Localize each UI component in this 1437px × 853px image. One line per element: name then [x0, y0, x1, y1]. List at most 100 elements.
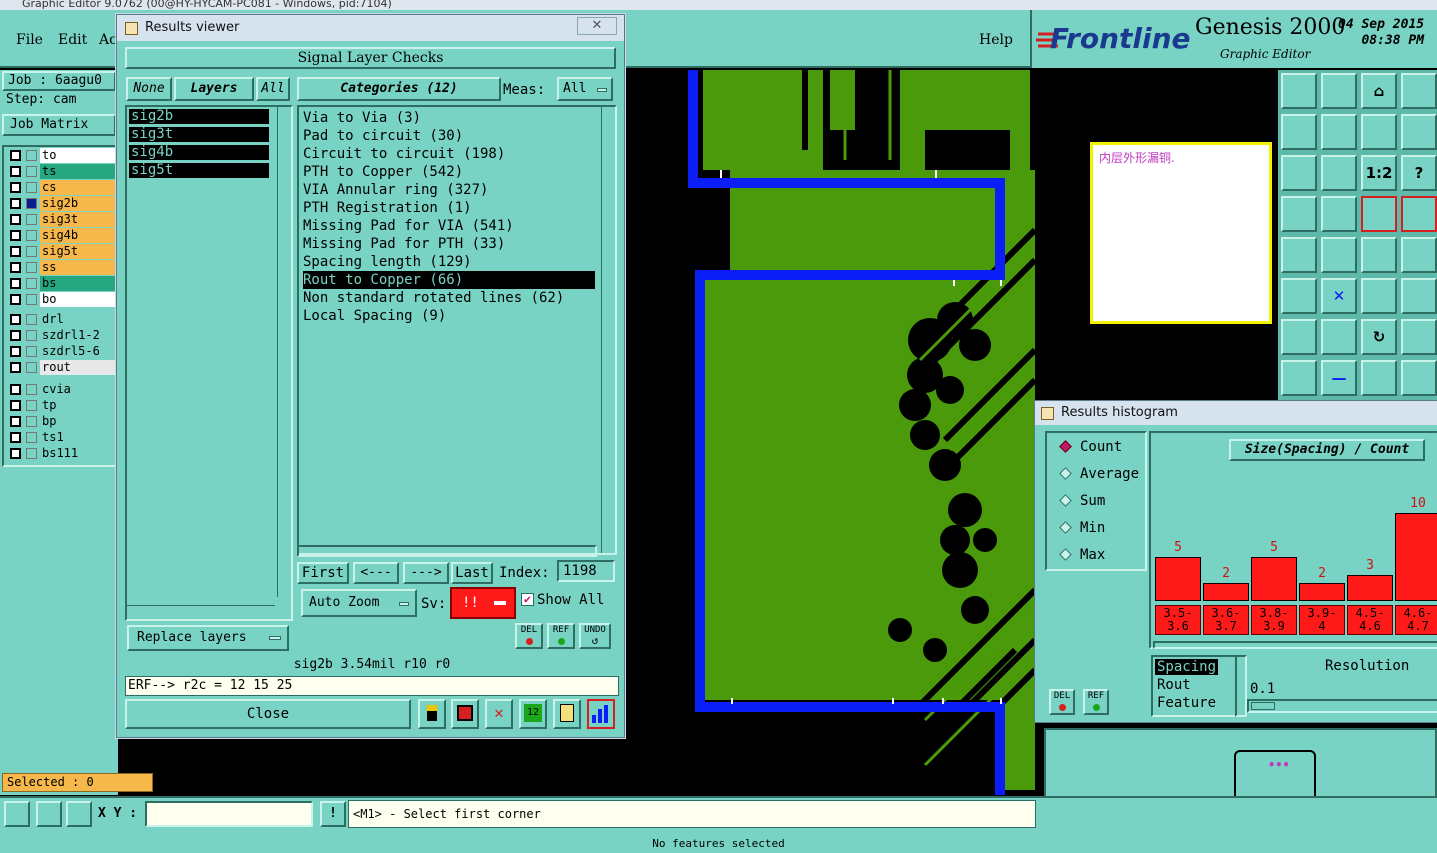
severity-select[interactable]: !! — [450, 587, 516, 619]
rv-layer-item[interactable]: sig4b — [129, 145, 269, 160]
help-icon[interactable]: ? — [1401, 155, 1437, 191]
histogram-bar[interactable] — [1395, 513, 1437, 601]
connect-icon[interactable] — [1281, 278, 1317, 314]
net-red-1-icon[interactable] — [1361, 196, 1397, 232]
rv-layer-item[interactable]: sig5t — [129, 163, 269, 178]
histogram-bar[interactable] — [1203, 583, 1249, 601]
category-item[interactable]: Via to Via (3) — [303, 109, 421, 127]
menu-file[interactable]: File — [16, 32, 43, 48]
layer-affected-checkbox[interactable] — [26, 246, 37, 257]
copy-icon[interactable] — [1321, 237, 1357, 273]
layers-hscrollbar[interactable] — [127, 605, 275, 617]
cross-icon[interactable]: ✕ — [1321, 278, 1357, 314]
category-item[interactable]: VIA Annular ring (327) — [303, 181, 488, 199]
results-viewer-titlebar[interactable]: Results viewer ✕ — [117, 15, 624, 41]
layer-affected-checkbox[interactable] — [26, 384, 37, 395]
layer-display-checkbox[interactable] — [10, 346, 21, 357]
menu-actions[interactable]: Ac — [99, 32, 117, 48]
snap-icon[interactable] — [1401, 114, 1437, 150]
layer-affected-checkbox[interactable] — [26, 230, 37, 241]
layer-affected-checkbox[interactable] — [26, 150, 37, 161]
save-icon[interactable] — [1321, 73, 1357, 109]
category-item[interactable]: Missing Pad for VIA (541) — [303, 217, 514, 235]
chart-tool-1-icon[interactable] — [418, 699, 446, 729]
layer-row-ts1[interactable]: ts1 — [4, 430, 116, 445]
layer-row-bp[interactable]: bp — [4, 414, 116, 429]
slash-icon[interactable] — [1321, 319, 1357, 355]
layer-display-checkbox[interactable] — [10, 384, 21, 395]
layer-display-checkbox[interactable] — [10, 246, 21, 257]
menu-help[interactable]: Help — [979, 32, 1013, 48]
minus-icon[interactable]: — — [1321, 360, 1357, 396]
layer-affected-checkbox[interactable] — [26, 294, 37, 305]
layer-display-checkbox[interactable] — [10, 362, 21, 373]
close-icon[interactable]: ✕ — [577, 17, 617, 35]
layer-display-checkbox[interactable] — [10, 400, 21, 411]
histogram-bar[interactable] — [1251, 557, 1297, 601]
layer-display-checkbox[interactable] — [10, 432, 21, 443]
layer-row-bo[interactable]: bo — [4, 292, 116, 307]
layer-display-checkbox[interactable] — [10, 182, 21, 193]
dot-icon[interactable] — [1401, 237, 1437, 273]
category-item[interactable]: Local Spacing (9) — [303, 307, 446, 325]
category-item[interactable]: PTH Registration (1) — [303, 199, 472, 217]
xy-input[interactable] — [145, 801, 313, 827]
category-item[interactable]: Pad to circuit (30) — [303, 127, 463, 145]
categories-scrollbar[interactable] — [601, 107, 613, 553]
pad-icon[interactable] — [1281, 237, 1317, 273]
categories-hscrollbar[interactable] — [297, 545, 597, 557]
layer-row-ss[interactable]: ss — [4, 260, 116, 275]
grid-snap-icon[interactable] — [66, 801, 92, 827]
tools-icon[interactable] — [1281, 196, 1317, 232]
del-button[interactable]: DEL — [515, 623, 543, 649]
layer-affected-checkbox[interactable] — [26, 416, 37, 427]
menu-edit[interactable]: Edit — [58, 32, 87, 48]
layer-affected-checkbox[interactable] — [26, 198, 37, 209]
grid-icon[interactable] — [1321, 196, 1357, 232]
layer-display-checkbox[interactable] — [10, 330, 21, 341]
layer-display-checkbox[interactable] — [10, 416, 21, 427]
layer-affected-checkbox[interactable] — [26, 432, 37, 443]
redo-layer-icon[interactable] — [1321, 114, 1357, 150]
layer-affected-checkbox[interactable] — [26, 214, 37, 225]
category-item[interactable]: Rout to Copper (66) — [303, 271, 595, 289]
aggregate-option-average[interactable]: Average — [1059, 466, 1139, 482]
alert-icon[interactable]: ! — [320, 801, 346, 827]
arrow-icon[interactable] — [1401, 278, 1437, 314]
layer-display-checkbox[interactable] — [10, 230, 21, 241]
layers-scrollbar[interactable] — [277, 107, 289, 597]
chart-tool-2-icon[interactable] — [451, 699, 479, 729]
histogram-titlebar[interactable]: Results histogram — [1035, 401, 1437, 425]
histogram-bar[interactable] — [1299, 583, 1345, 601]
none-button[interactable]: None — [126, 77, 172, 101]
fit-icon[interactable] — [1281, 155, 1317, 191]
layer-display-checkbox[interactable] — [10, 278, 21, 289]
rv-layer-item[interactable]: sig2b — [129, 109, 269, 124]
category-item[interactable]: Circuit to circuit (198) — [303, 145, 505, 163]
layer-display-checkbox[interactable] — [10, 294, 21, 305]
index-input[interactable]: 1198 — [557, 560, 615, 582]
annotation-note[interactable]: 内层外形漏铜. — [1090, 142, 1272, 324]
layer-row-szdrl1-2[interactable]: szdrl1-2 — [4, 328, 116, 343]
window-icon[interactable] — [1401, 73, 1437, 109]
center-icon[interactable] — [1321, 155, 1357, 191]
layer-display-checkbox[interactable] — [10, 448, 21, 459]
aggregate-option-count[interactable]: Count — [1059, 439, 1122, 455]
home-icon[interactable]: ⌂ — [1361, 73, 1397, 109]
zoom-window-icon[interactable] — [4, 801, 30, 827]
layer-row-sig3t[interactable]: sig3t — [4, 212, 116, 227]
open-job-icon[interactable] — [1281, 73, 1317, 109]
category-item[interactable]: Non standard rotated lines (62) — [303, 289, 564, 307]
aggregate-option-sum[interactable]: Sum — [1059, 493, 1105, 509]
measure-icon[interactable] — [36, 801, 62, 827]
category-item[interactable]: PTH to Copper (542) — [303, 163, 463, 181]
layer-row-ts[interactable]: ts — [4, 164, 116, 179]
scale-1-2-icon[interactable]: 1:2 — [1361, 155, 1397, 191]
group-icon[interactable] — [1401, 360, 1437, 396]
next-button[interactable]: ---> — [403, 562, 449, 584]
category-item[interactable]: Missing Pad for PTH (33) — [303, 235, 505, 253]
span-icon[interactable] — [1361, 360, 1397, 396]
layer-affected-checkbox[interactable] — [26, 278, 37, 289]
meas-select[interactable]: All — [557, 77, 613, 101]
layer-affected-checkbox[interactable] — [26, 262, 37, 273]
